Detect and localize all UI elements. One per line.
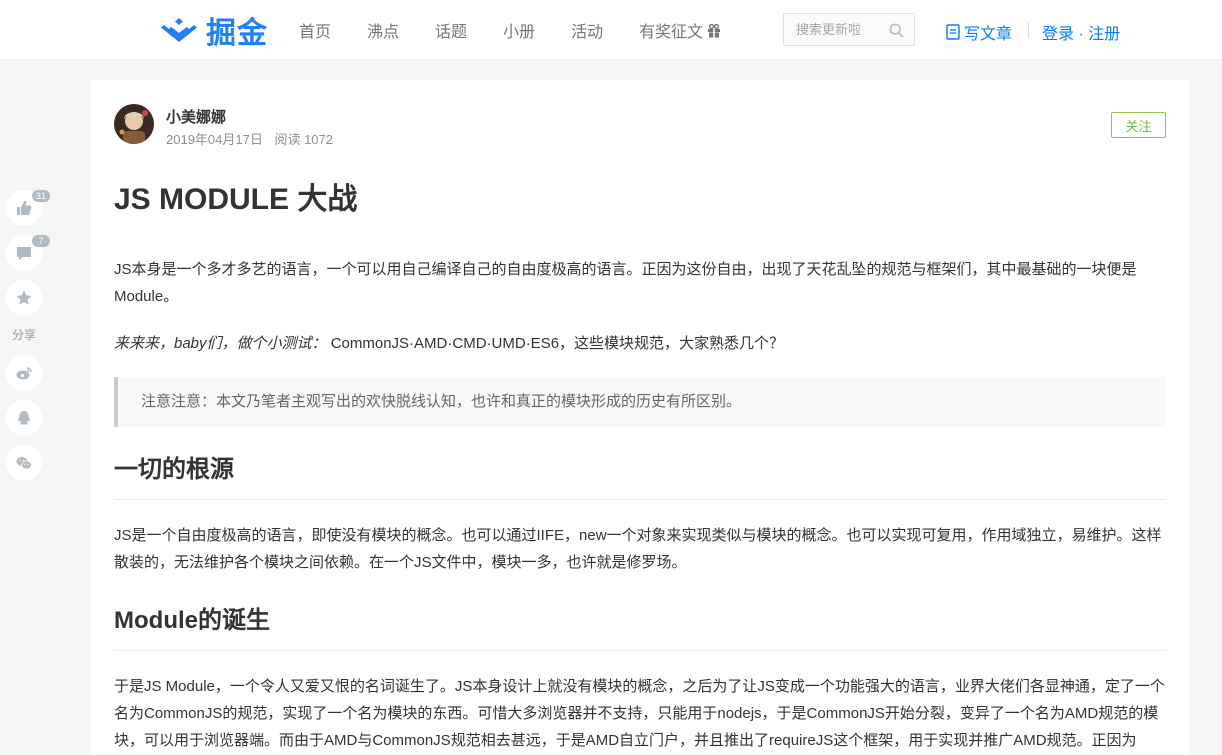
paragraph: JS本身是一个多才多艺的语言，一个可以用自己编译自己的自由度极高的语言。正因为这…	[114, 261, 1137, 305]
article-title: JS MODULE 大战	[114, 183, 358, 216]
wechat-icon	[16, 457, 32, 470]
logo-text: 掘金	[206, 17, 268, 50]
search-box	[783, 13, 915, 46]
paragraph: JS是一个自由度极高的语言，即使没有模块的概念。也可以通过IIFE，new一个对…	[114, 527, 1162, 571]
nav-topics[interactable]: 话题	[435, 18, 467, 42]
section-heading: Module的诞生	[114, 606, 1166, 651]
avatar-image	[114, 104, 154, 144]
top-header: 掘金 首页 沸点 话题 小册 活动 有奖征文 搜索更新啦 写文章 登录 · 注册	[0, 0, 1222, 60]
main-nav: 首页 沸点 话题 小册 活动 有奖征文	[299, 0, 757, 60]
juejin-logo[interactable]: 掘金	[160, 12, 268, 50]
blockquote-note: 注意注意：本文乃笔者主观写出的欢快脱线认知，也许和真正的模块形成的历史有所区别。	[114, 377, 1166, 427]
share-weibo-button[interactable]	[6, 355, 42, 391]
nav-events[interactable]: 活动	[571, 18, 603, 42]
qq-icon	[18, 411, 30, 425]
search-icon[interactable]	[889, 23, 904, 38]
publish-date: 2019年04月17日	[166, 132, 263, 147]
article-card: 小美娜娜 2019年04月17日 阅读 1072 关注 JS MODULE 大战…	[90, 80, 1190, 755]
collect-button[interactable]	[6, 280, 42, 316]
author-avatar[interactable]	[114, 104, 154, 144]
read-count: 阅读 1072	[274, 132, 334, 147]
nav-pins[interactable]: 沸点	[367, 18, 399, 42]
write-article-button[interactable]: 写文章	[946, 20, 1012, 44]
header-divider	[1028, 22, 1029, 38]
gift-icon	[708, 23, 721, 38]
like-count-badge: 31	[32, 190, 50, 202]
share-wechat-button[interactable]	[6, 445, 42, 481]
follow-button[interactable]: 关注	[1111, 112, 1166, 138]
thumbs-up-icon	[17, 200, 32, 215]
emphasis-text: 来来来，baby们，做个小测试：	[114, 335, 327, 352]
weibo-icon	[16, 367, 32, 380]
star-icon	[16, 290, 32, 305]
share-qq-button[interactable]	[6, 400, 42, 436]
paragraph: 于是JS Module，一个令人又爱又恨的名词诞生了。JS本身设计上就没有模块的…	[114, 678, 1165, 749]
section-heading: 一切的根源	[114, 455, 1166, 500]
nav-books[interactable]: 小册	[503, 18, 535, 42]
share-label: 分享	[12, 328, 37, 342]
write-article-label: 写文章	[964, 26, 1013, 43]
article-side-panel: 31 7 分享	[6, 190, 50, 490]
article-meta: 2019年04月17日 阅读 1072	[166, 129, 333, 148]
comment-count-badge: 7	[32, 235, 50, 247]
like-button[interactable]: 31	[6, 190, 50, 226]
paragraph-text: CommonJS·AMD·CMD·UMD·ES6，这些模块规范，大家熟悉几个？	[326, 335, 785, 352]
paragraph: 来来来，baby们，做个小测试： CommonJS·AMD·CMD·UMD·ES…	[114, 330, 1166, 357]
nav-contest-label: 有奖征文	[639, 24, 704, 41]
comment-icon	[17, 247, 31, 260]
document-edit-icon	[946, 24, 960, 40]
search-input[interactable]	[784, 22, 880, 37]
article-content: JS本身是一个多才多艺的语言，一个可以用自己编译自己的自由度极高的语言。正因为这…	[114, 256, 1166, 755]
juejin-logo-icon	[161, 18, 197, 42]
nav-contest[interactable]: 有奖征文	[639, 18, 721, 42]
login-register-link[interactable]: 登录 · 注册	[1042, 20, 1120, 44]
comment-button[interactable]: 7	[6, 235, 50, 271]
author-name[interactable]: 小美娜娜	[166, 106, 226, 127]
nav-home[interactable]: 首页	[299, 18, 331, 42]
